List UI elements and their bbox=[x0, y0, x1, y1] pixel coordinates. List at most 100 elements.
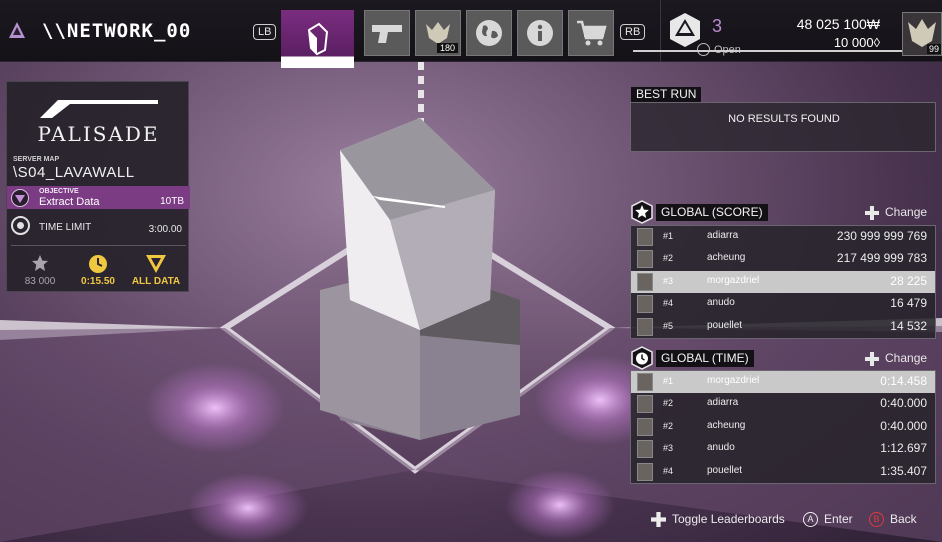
leaderboard-row[interactable]: #2 acheung 217 499 999 783 bbox=[631, 248, 935, 270]
score-medal-value: 83 000 bbox=[24, 276, 56, 287]
avatar-count: 180 bbox=[436, 43, 458, 53]
toggle-leaderboards-hint[interactable]: Toggle Leaderboards bbox=[651, 512, 785, 528]
time-leaderboard: #1 morgazdriel 0:14.458 #2 adiarra 0:40.… bbox=[630, 370, 936, 484]
time-medal-value: 0:15.50 bbox=[81, 276, 115, 287]
time-medal: 0:15.50 bbox=[68, 254, 128, 287]
row-player-name: pouellet bbox=[707, 319, 743, 331]
palisade-logo-text: PALISADE bbox=[37, 122, 160, 146]
objective-value: Extract Data bbox=[39, 196, 100, 208]
player-avatar-icon bbox=[637, 462, 653, 481]
row-score: 16 479 bbox=[890, 296, 927, 311]
leaderboard-row[interactable]: #1 adiarra 230 999 999 769 bbox=[631, 226, 935, 248]
player-level-badge: 99 bbox=[926, 44, 941, 54]
lb-bumper[interactable]: LB bbox=[253, 24, 277, 40]
network-title: \\NETWORK_00 bbox=[42, 20, 192, 42]
palisade-logo-icon bbox=[40, 100, 158, 118]
row-time: 1:12.697 bbox=[880, 441, 927, 456]
objective-label: OBJECTIVE bbox=[39, 188, 79, 195]
leaderboard-row[interactable]: #2 acheung 0:40.000 bbox=[631, 416, 935, 438]
server-map-name: \S04_LAVAWALL bbox=[13, 164, 135, 181]
row-rank: #2 bbox=[663, 398, 674, 409]
row-player-name: anudo bbox=[707, 297, 735, 309]
objective-icon bbox=[11, 189, 29, 207]
player-avatar-icon bbox=[637, 373, 653, 391]
row-player-name: anudo bbox=[707, 442, 735, 454]
b-button-icon: B bbox=[869, 512, 884, 528]
player-avatar-icon bbox=[637, 440, 653, 459]
tab-weapons[interactable] bbox=[364, 10, 410, 56]
leaderboard-row[interactable]: #3 anudo 1:12.697 bbox=[631, 438, 935, 460]
time-limit-icon bbox=[11, 216, 30, 235]
leaderboard-row[interactable]: #2 adiarra 0:40.000 bbox=[631, 393, 935, 415]
best-run-empty: NO RESULTS FOUND bbox=[728, 113, 840, 125]
player-avatar-icon bbox=[637, 295, 653, 314]
row-time: 0:40.000 bbox=[880, 396, 927, 411]
a-button-icon: A bbox=[803, 512, 818, 528]
row-player-name: acheung bbox=[707, 419, 746, 431]
row-rank: #4 bbox=[663, 298, 674, 309]
row-rank: #3 bbox=[663, 443, 674, 454]
player-avatar-icon bbox=[637, 417, 653, 436]
card-divider bbox=[11, 245, 186, 246]
leaderboard-row[interactable]: #4 anudo 16 479 bbox=[631, 293, 935, 315]
row-player-name: acheung bbox=[707, 252, 746, 264]
tab-info[interactable] bbox=[517, 10, 563, 56]
dpad-icon bbox=[865, 351, 879, 366]
back-hint[interactable]: B Back bbox=[869, 512, 917, 528]
time-limit-value: 3:00.00 bbox=[148, 224, 182, 235]
row-score: 14 532 bbox=[890, 318, 927, 333]
d20-rank-icon bbox=[670, 13, 700, 47]
row-rank: #1 bbox=[663, 231, 674, 241]
star-badge-icon bbox=[631, 200, 653, 224]
row-rank: #2 bbox=[663, 253, 674, 264]
leaderboard-row-current-player[interactable]: #3 morgazdriel 28 225 bbox=[631, 270, 935, 294]
pistol-icon bbox=[372, 25, 402, 43]
time-change-button[interactable]: Change bbox=[865, 351, 927, 366]
row-time: 0:14.458 bbox=[880, 374, 927, 388]
tab-avatars[interactable]: 180 bbox=[415, 10, 461, 56]
crystal-icon bbox=[307, 22, 328, 56]
leaderboard-row-current-player[interactable]: #1 morgazdriel 0:14.458 bbox=[631, 371, 935, 394]
row-rank: #5 bbox=[663, 320, 674, 331]
data-triangle-icon bbox=[146, 255, 166, 273]
tab-shop[interactable] bbox=[568, 10, 614, 56]
credits-primary: 48 025 100₩ bbox=[796, 16, 880, 32]
data-medal: ALL DATA bbox=[126, 254, 186, 287]
player-avatar-icon bbox=[637, 317, 653, 336]
best-run-box: NO RESULTS FOUND bbox=[630, 102, 936, 152]
score-medal: 83 000 bbox=[10, 254, 70, 287]
score-leaderboard-title: GLOBAL (SCORE) bbox=[656, 204, 768, 221]
row-rank: #2 bbox=[663, 420, 674, 431]
enter-label: Enter bbox=[824, 512, 853, 526]
server-map-label: SERVER MAP bbox=[13, 156, 60, 163]
rank-level: 3 bbox=[712, 16, 723, 36]
back-label: Back bbox=[890, 512, 917, 526]
rank-progress-bar bbox=[633, 50, 903, 52]
globe-icon bbox=[476, 20, 502, 46]
leaderboard-row[interactable]: #5 pouellet 14 532 bbox=[631, 316, 935, 338]
tab-network[interactable] bbox=[466, 10, 512, 56]
score-change-label: Change bbox=[885, 205, 928, 219]
score-change-button[interactable]: Change bbox=[865, 205, 927, 220]
network-logo-icon bbox=[9, 22, 25, 38]
player-avatar-icon bbox=[637, 395, 653, 414]
info-icon bbox=[527, 20, 553, 46]
top-bar: \\NETWORK_00 LB 180 RB 3 48 025 100₩ 10 … bbox=[0, 0, 942, 68]
row-player-name: adiarra bbox=[707, 397, 739, 409]
player-avatar[interactable]: 99 bbox=[902, 12, 942, 56]
time-change-label: Change bbox=[885, 351, 928, 365]
leaderboard-row[interactable]: #4 pouellet 1:35.407 bbox=[631, 461, 935, 483]
time-limit-label: TIME LIMIT bbox=[39, 222, 92, 233]
best-run-title: BEST RUN bbox=[631, 87, 702, 102]
row-player-name: adiarra bbox=[707, 230, 739, 241]
row-time: 1:35.407 bbox=[880, 463, 927, 478]
row-time: 0:40.000 bbox=[880, 418, 927, 433]
cart-icon bbox=[577, 20, 607, 46]
row-rank: #4 bbox=[663, 465, 674, 476]
rb-bumper[interactable]: RB bbox=[620, 24, 646, 40]
row-rank: #3 bbox=[663, 275, 674, 286]
tab-levels[interactable] bbox=[281, 10, 354, 68]
enter-hint[interactable]: A Enter bbox=[803, 512, 853, 528]
row-player-name: morgazdriel bbox=[707, 274, 760, 286]
row-score: 217 499 999 783 bbox=[836, 251, 927, 266]
